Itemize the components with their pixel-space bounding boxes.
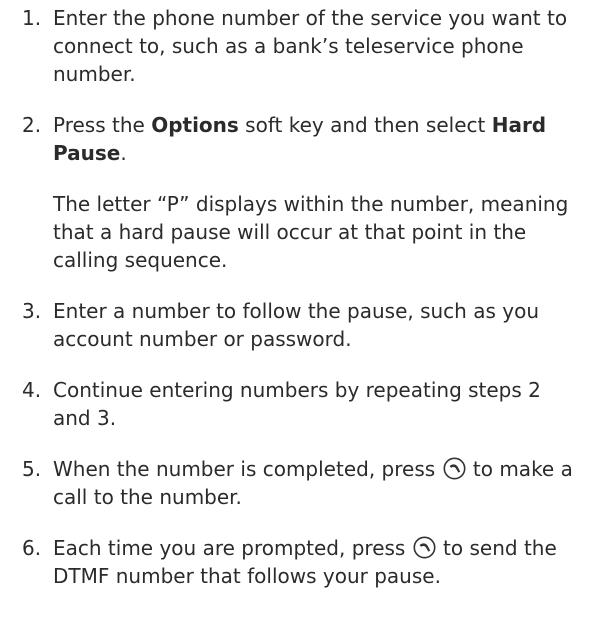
step-6: 6. Each time you are prompted, press to … (22, 534, 594, 590)
step-text-before: When the number is completed, press (53, 457, 442, 481)
step-number: 2. (22, 113, 42, 137)
steps-list: 1. Enter the phone number of the service… (22, 4, 594, 590)
options-soft-key-label: Options (151, 113, 239, 137)
step-text: Enter a number to follow the pause, such… (53, 299, 539, 351)
step-number: 4. (22, 378, 42, 402)
step-note: The letter “P” displays within the numbe… (53, 192, 569, 272)
instruction-page: 1. Enter the phone number of the service… (0, 0, 594, 624)
step-body: Continue entering numbers by repeating s… (53, 376, 583, 432)
step-text: Each time you are prompted, press to sen… (53, 534, 583, 590)
step-text: When the number is completed, press to m… (53, 455, 583, 511)
step-text-after: . (120, 141, 127, 165)
step-body: Press the Options soft key and then sele… (53, 111, 583, 274)
step-1: 1. Enter the phone number of the service… (22, 4, 594, 88)
step-5: 5. When the number is completed, press t… (22, 455, 594, 511)
send-key-icon (413, 536, 436, 559)
step-text-before: Each time you are prompted, press (53, 536, 412, 560)
step-number: 3. (22, 299, 42, 323)
step-text-middle: soft key and then select (238, 113, 492, 137)
step-body: When the number is completed, press to m… (53, 455, 583, 511)
step-body: Enter the phone number of the service yo… (53, 4, 583, 88)
step-text: Press the Options soft key and then sele… (53, 111, 583, 167)
step-text: Continue entering numbers by repeating s… (53, 378, 541, 430)
step-text-before: Press the (53, 113, 152, 137)
step-2: 2. Press the Options soft key and then s… (22, 111, 594, 274)
step-3: 3. Enter a number to follow the pause, s… (22, 297, 594, 353)
step-number: 1. (22, 6, 42, 30)
step-4: 4. Continue entering numbers by repeatin… (22, 376, 594, 432)
step-body: Enter a number to follow the pause, such… (53, 297, 583, 353)
step-number: 5. (22, 457, 42, 481)
step-body: Each time you are prompted, press to sen… (53, 534, 583, 590)
step-text: Enter the phone number of the service yo… (53, 6, 568, 86)
step-number: 6. (22, 536, 42, 560)
send-key-icon (443, 457, 466, 480)
